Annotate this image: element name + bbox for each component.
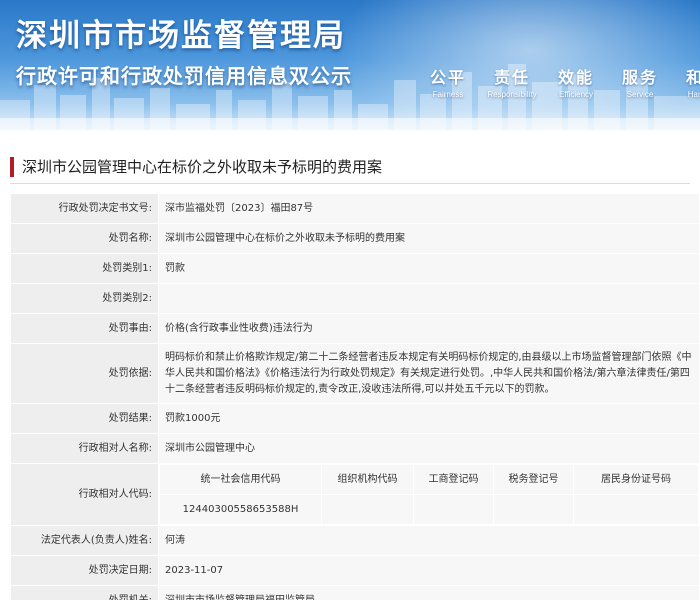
code-value <box>321 494 414 525</box>
slogan-zh: 责任 <box>493 68 530 87</box>
field-label: 法定代表人(负责人)姓名: <box>10 525 159 556</box>
field-label: 处罚类别2: <box>10 283 159 314</box>
field-label: 处罚机关: <box>10 585 159 600</box>
slogan-zh: 公平 <box>429 68 466 87</box>
field-label: 行政相对人名称: <box>10 433 159 464</box>
row-reason: 处罚事由: 价格(含行政事业性收费)违法行为 <box>10 313 700 344</box>
party-name-value: 深圳市公园管理中心 <box>158 433 700 464</box>
field-label: 行政处罚决定书文号: <box>10 193 159 224</box>
code-header: 统一社会信用代码 <box>159 464 322 495</box>
code-header: 工商登记码 <box>413 464 494 495</box>
row-authority: 处罚机关: 深圳市市场监督管理局福田监管局 <box>10 585 700 600</box>
slogan-en: Efficiency <box>558 90 594 99</box>
penalty-detail-table: 行政处罚决定书文号: 深市监福处罚〔2023〕福田87号 处罚名称: 深圳市公园… <box>10 193 700 600</box>
field-label: 处罚名称: <box>10 223 159 254</box>
banner-title: 深圳市市场监督管理局 <box>16 18 346 54</box>
case-title-bar: 深圳市公园管理中心在标价之外收取未予标明的费用案 <box>10 150 690 184</box>
basis-value: 明码标价和禁止价格欺诈规定/第二十二条经营者违反本规定有关明码标价规定的,由县级… <box>158 343 700 404</box>
row-party-name: 行政相对人名称: 深圳市公园管理中心 <box>10 433 700 464</box>
title-accent-marker <box>10 156 14 177</box>
decision-date-value: 2023-11-07 <box>158 555 700 586</box>
category2-value <box>158 283 700 314</box>
slogan-fairness: 公平 Fairness <box>420 64 476 99</box>
code-value <box>413 494 494 525</box>
code-value: 12440300558653588H <box>159 494 322 525</box>
slogan-responsibility: 责任 Responsibility <box>484 64 540 99</box>
slogan-en: Harmony <box>687 90 700 99</box>
slogan-harmony: 和谐 Harmony <box>676 64 700 99</box>
header-banner: 深圳市市场监督管理局 行政许可和行政处罚信用信息双公示 公平 Fairness … <box>0 0 700 130</box>
slogan-zh: 和谐 <box>685 68 700 87</box>
category1-value: 罚款 <box>158 253 700 284</box>
code-header: 居民身份证号码 <box>573 464 699 495</box>
row-category2: 处罚类别2: <box>10 283 700 314</box>
row-party-codes: 行政相对人代码: 统一社会信用代码 组织机构代码 工商登记码 税务登记号 居民身… <box>10 463 700 526</box>
penalty-name-value: 深圳市公园管理中心在标价之外收取未予标明的费用案 <box>158 223 700 254</box>
row-result: 处罚结果: 罚款1000元 <box>10 403 700 434</box>
banner-subtitle: 行政许可和行政处罚信用信息双公示 <box>16 64 352 88</box>
field-label: 处罚依据: <box>10 343 159 404</box>
code-header: 税务登记号 <box>493 464 574 495</box>
code-value <box>493 494 574 525</box>
decision-no-value: 深市监福处罚〔2023〕福田87号 <box>158 193 700 224</box>
field-label: 处罚结果: <box>10 403 159 434</box>
code-value <box>573 494 699 525</box>
row-penalty-name: 处罚名称: 深圳市公园管理中心在标价之外收取未予标明的费用案 <box>10 223 700 254</box>
party-codes-cell: 统一社会信用代码 组织机构代码 工商登记码 税务登记号 居民身份证号码 1244… <box>158 463 700 526</box>
slogan-zh: 服务 <box>621 68 658 87</box>
slogan-en: Responsibility <box>487 90 537 99</box>
row-decision-no: 行政处罚决定书文号: 深市监福处罚〔2023〕福田87号 <box>10 193 700 224</box>
field-label: 行政相对人代码: <box>10 463 159 526</box>
case-title: 深圳市公园管理中心在标价之外收取未予标明的费用案 <box>22 158 383 176</box>
slogan-en: Fairness <box>432 90 464 99</box>
codes-value-row: 12440300558653588H <box>159 494 699 525</box>
row-decision-date: 处罚决定日期: 2023-11-07 <box>10 555 700 586</box>
field-label: 处罚事由: <box>10 313 159 344</box>
row-category1: 处罚类别1: 罚款 <box>10 253 700 284</box>
slogan-zh: 效能 <box>557 68 594 87</box>
slogan-service: 服务 Service <box>612 64 668 99</box>
field-label: 处罚类别1: <box>10 253 159 284</box>
slogan-group: 公平 Fairness 责任 Responsibility 效能 Efficie… <box>420 64 700 99</box>
codes-header-row: 统一社会信用代码 组织机构代码 工商登记码 税务登记号 居民身份证号码 <box>159 464 699 495</box>
legal-rep-value: 何涛 <box>158 525 700 556</box>
authority-value: 深圳市市场监督管理局福田监管局 <box>158 585 700 600</box>
row-basis: 处罚依据: 明码标价和禁止价格欺诈规定/第二十二条经营者违反本规定有关明码标价规… <box>10 343 700 404</box>
slogan-efficiency: 效能 Efficiency <box>548 64 604 99</box>
row-legal-rep: 法定代表人(负责人)姓名: 何涛 <box>10 525 700 556</box>
reason-value: 价格(含行政事业性收费)违法行为 <box>158 313 700 344</box>
field-label: 处罚决定日期: <box>10 555 159 586</box>
party-codes-table: 统一社会信用代码 组织机构代码 工商登记码 税务登记号 居民身份证号码 1244… <box>159 464 699 525</box>
slogan-en: Service <box>626 90 654 99</box>
result-value: 罚款1000元 <box>158 403 700 434</box>
code-header: 组织机构代码 <box>321 464 414 495</box>
